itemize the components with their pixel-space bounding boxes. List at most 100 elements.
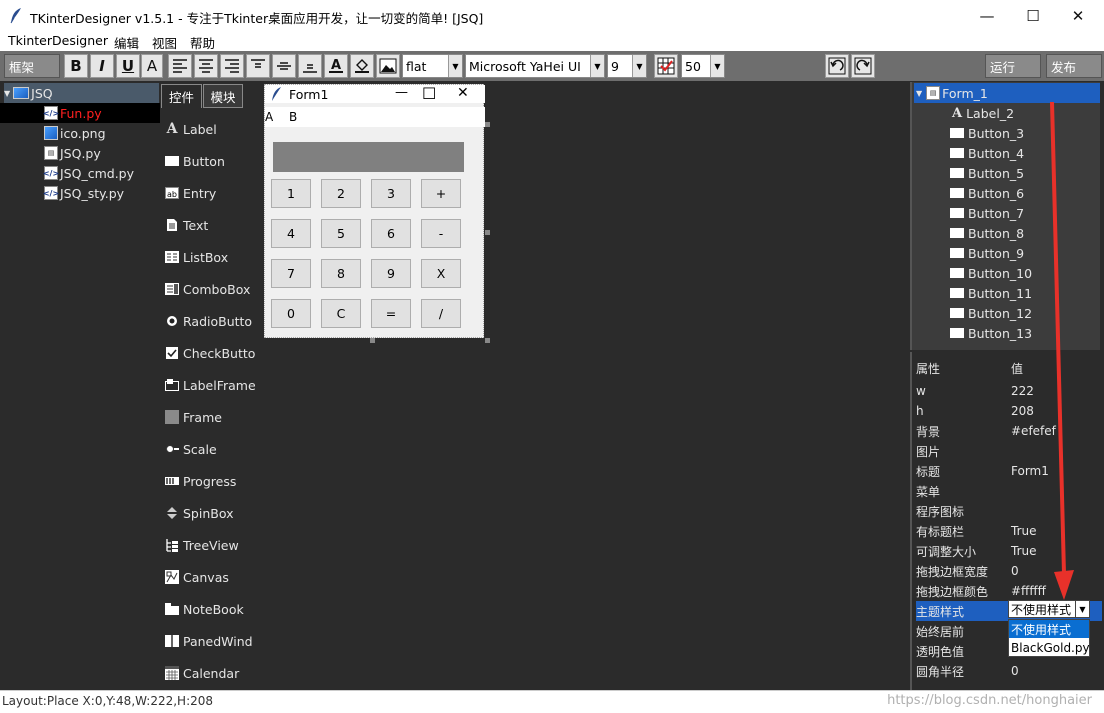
- resize-handle[interactable]: [485, 338, 490, 343]
- font-size-select[interactable]: 9 ▼: [607, 54, 647, 78]
- object-item[interactable]: Button_8: [950, 223, 1024, 243]
- theme-option[interactable]: 不使用样式: [1009, 620, 1089, 638]
- align-center-icon[interactable]: [194, 54, 218, 78]
- form-close-icon[interactable]: ✕: [457, 85, 469, 101]
- form-menu-b[interactable]: B: [289, 110, 297, 124]
- undo-icon[interactable]: [825, 54, 849, 78]
- key-divide[interactable]: /: [421, 299, 461, 328]
- property-row[interactable]: 拖拽边框颜色 #ffffff: [916, 581, 1102, 601]
- minimize-button[interactable]: —: [964, 0, 1010, 31]
- font-family-select[interactable]: Microsoft YaHei UI ▼: [465, 54, 605, 78]
- key-multiply[interactable]: X: [421, 259, 461, 288]
- widget-button[interactable]: Button: [165, 151, 261, 171]
- key-plus[interactable]: +: [421, 179, 461, 208]
- property-row[interactable]: 可调整大小 True: [916, 541, 1102, 561]
- property-row[interactable]: h 208: [916, 401, 1102, 421]
- close-button[interactable]: ✕: [1055, 0, 1101, 31]
- layout-frame-label[interactable]: 框架: [4, 54, 60, 78]
- grid-size-select[interactable]: 50 ▼: [681, 54, 725, 78]
- redo-icon[interactable]: [851, 54, 875, 78]
- property-row[interactable]: 拖拽边框宽度 0: [916, 561, 1102, 581]
- font-color-icon[interactable]: A: [324, 54, 348, 78]
- file-item-jsq[interactable]: ▤ JSQ.py: [0, 143, 160, 163]
- tab-modules[interactable]: 模块: [203, 84, 243, 108]
- project-root[interactable]: ▼ JSQ: [4, 83, 159, 103]
- file-item-jsq-sty[interactable]: </> JSQ_sty.py: [0, 183, 160, 203]
- key-1[interactable]: 1: [271, 179, 311, 208]
- key-equals[interactable]: =: [371, 299, 411, 328]
- widget-listbox[interactable]: ListBox: [165, 247, 261, 267]
- underline-button[interactable]: U: [116, 54, 140, 78]
- resize-handle[interactable]: [370, 338, 375, 343]
- widget-panedwindow[interactable]: PanedWind: [165, 631, 261, 651]
- key-5[interactable]: 5: [321, 219, 361, 248]
- key-3[interactable]: 3: [371, 179, 411, 208]
- object-item[interactable]: Button_5: [950, 163, 1024, 183]
- object-item[interactable]: Button_7: [950, 203, 1024, 223]
- widget-radiobutton[interactable]: RadioButto: [165, 311, 261, 331]
- property-row[interactable]: 菜单: [916, 481, 1102, 501]
- file-item-jsq-cmd[interactable]: </> JSQ_cmd.py: [0, 163, 160, 183]
- widget-spinbox[interactable]: SpinBox: [165, 503, 261, 523]
- key-2[interactable]: 2: [321, 179, 361, 208]
- widget-text[interactable]: Text: [165, 215, 261, 235]
- widget-calendar[interactable]: Calendar: [165, 663, 261, 683]
- menu-edit[interactable]: 编辑: [114, 33, 139, 52]
- key-clear[interactable]: C: [321, 299, 361, 328]
- property-row[interactable]: w 222: [916, 381, 1102, 401]
- font-a-button[interactable]: A: [141, 54, 163, 78]
- object-item[interactable]: Button_13: [950, 323, 1032, 343]
- key-9[interactable]: 9: [371, 259, 411, 288]
- align-left-icon[interactable]: [168, 54, 192, 78]
- property-row[interactable]: 有标题栏 True: [916, 521, 1102, 541]
- align-bottom-icon[interactable]: [298, 54, 322, 78]
- key-minus[interactable]: -: [421, 219, 461, 248]
- object-item[interactable]: Button_6: [950, 183, 1024, 203]
- object-item[interactable]: Button_4: [950, 143, 1024, 163]
- key-7[interactable]: 7: [271, 259, 311, 288]
- widget-frame[interactable]: Frame: [165, 407, 261, 427]
- widget-labelframe[interactable]: LabelFrame: [165, 375, 261, 395]
- widget-scale[interactable]: Scale: [165, 439, 261, 459]
- key-8[interactable]: 8: [321, 259, 361, 288]
- menu-tkinterdesigner[interactable]: TkinterDesigner: [8, 33, 108, 48]
- widget-notebook[interactable]: NoteBook: [165, 599, 261, 619]
- key-4[interactable]: 4: [271, 219, 311, 248]
- object-item[interactable]: Button_10: [950, 263, 1032, 283]
- property-row[interactable]: 程序图标: [916, 501, 1102, 521]
- property-row[interactable]: 背景 #efefef: [916, 421, 1102, 441]
- widget-progress[interactable]: Progress: [165, 471, 261, 491]
- widget-combobox[interactable]: ComboBox: [165, 279, 261, 299]
- widget-treeview[interactable]: TreeView: [165, 535, 261, 555]
- widget-checkbutton[interactable]: CheckButto: [165, 343, 261, 363]
- menu-help[interactable]: 帮助: [190, 33, 215, 52]
- fill-color-icon[interactable]: [350, 54, 374, 78]
- object-item[interactable]: Button_9: [950, 243, 1024, 263]
- tab-widgets[interactable]: 控件: [161, 84, 202, 108]
- image-icon[interactable]: [376, 54, 400, 78]
- property-row[interactable]: 标题 Form1: [916, 461, 1102, 481]
- align-middle-icon[interactable]: [272, 54, 296, 78]
- maximize-button[interactable]: ☐: [1010, 0, 1056, 31]
- key-6[interactable]: 6: [371, 219, 411, 248]
- resize-handle[interactable]: [485, 230, 490, 235]
- theme-option[interactable]: BlackGold.py: [1009, 639, 1090, 657]
- relief-select[interactable]: flat ▼: [402, 54, 463, 78]
- widget-canvas[interactable]: Canvas: [165, 567, 261, 587]
- file-item-fun[interactable]: </> Fun.py: [0, 103, 160, 123]
- align-right-icon[interactable]: [220, 54, 244, 78]
- grid-snap-icon[interactable]: [654, 54, 678, 78]
- property-row[interactable]: 图片: [916, 441, 1102, 461]
- menu-view[interactable]: 视图: [152, 33, 177, 52]
- object-item[interactable]: A Label_2: [952, 103, 1014, 123]
- object-item[interactable]: Button_12: [950, 303, 1032, 323]
- publish-button[interactable]: 发布: [1046, 54, 1102, 78]
- widget-entry[interactable]: ab Entry: [165, 183, 261, 203]
- object-item[interactable]: Button_11: [950, 283, 1032, 303]
- form-menu-a[interactable]: A: [265, 110, 273, 124]
- form-maximize-icon[interactable]: ☐: [422, 84, 436, 103]
- run-button[interactable]: 运行: [985, 54, 1041, 78]
- property-row[interactable]: 圆角半径 0: [916, 661, 1102, 681]
- resize-handle[interactable]: [485, 122, 490, 127]
- key-0[interactable]: 0: [271, 299, 311, 328]
